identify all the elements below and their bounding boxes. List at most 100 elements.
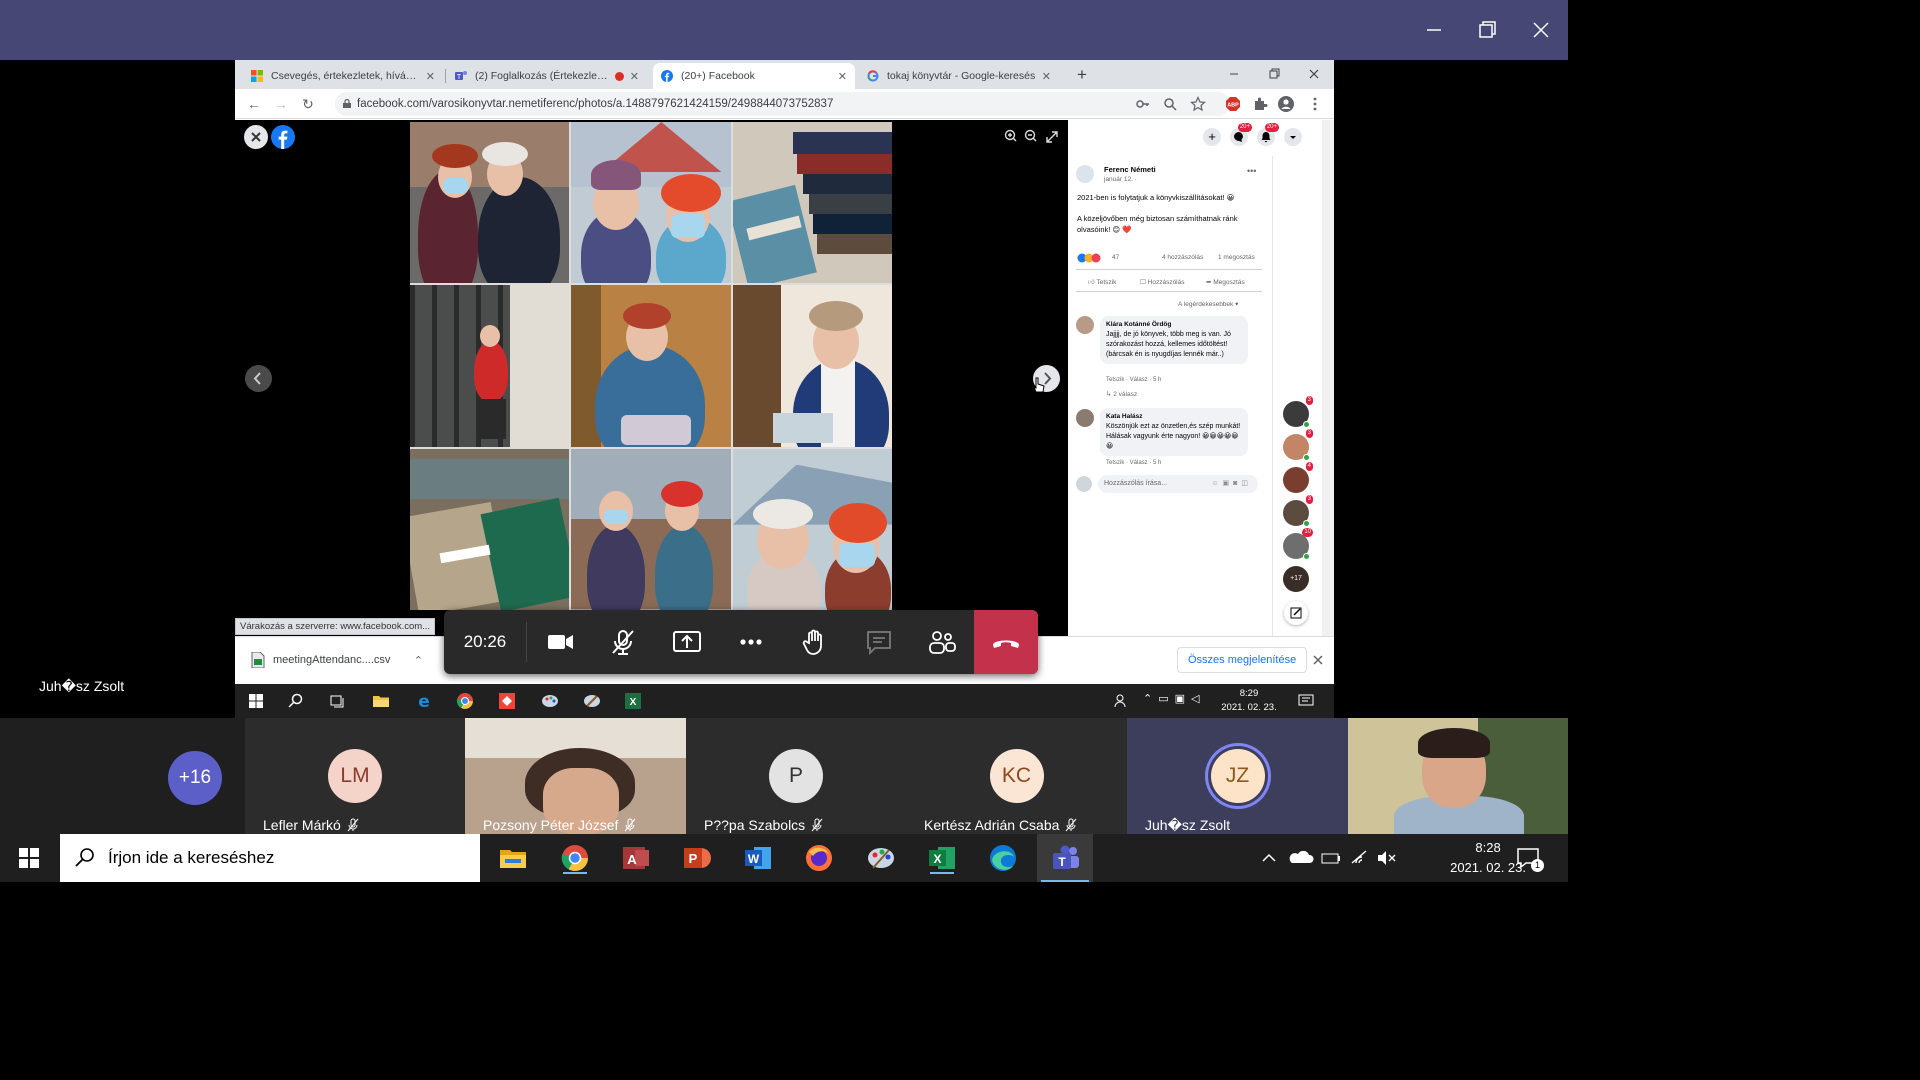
close-viewer-button[interactable] [244, 125, 268, 149]
word-button[interactable]: W [742, 842, 774, 874]
start-button[interactable] [0, 834, 58, 882]
more-participants-button[interactable]: +16 [168, 751, 222, 805]
chat-head[interactable]: 3 [1283, 429, 1313, 461]
photo-tile [571, 448, 731, 610]
edge-button[interactable] [987, 842, 1019, 874]
new-message-icon[interactable] [1284, 601, 1308, 625]
file-explorer-button[interactable] [497, 842, 529, 874]
download-item[interactable]: meetingAttendanc....csv ⌃ [241, 643, 431, 677]
forward-arrow-icon[interactable]: → [272, 95, 290, 113]
address-bar[interactable]: facebook.com/varosikonyvtar.nemetiferenc… [335, 92, 1230, 116]
online-indicator [1303, 421, 1310, 428]
page-avatar[interactable] [1076, 165, 1094, 183]
back-arrow-icon[interactable]: ← [245, 95, 263, 113]
comments-count[interactable]: 4 hozzászólás [1162, 254, 1203, 261]
more-contacts[interactable]: +17 [1283, 566, 1309, 592]
tab-facebook[interactable]: (20+) Facebook ✕ [653, 63, 855, 89]
mic-toggle-button[interactable] [607, 626, 639, 658]
post-options-icon[interactable]: ••• [1247, 166, 1256, 176]
browser-minimize-button[interactable] [1225, 65, 1243, 83]
profile-avatar-icon[interactable] [1278, 96, 1294, 112]
adblock-icon[interactable]: ABP [1225, 96, 1241, 112]
zoom-icon[interactable] [1162, 96, 1178, 112]
participant-tile[interactable]: JZ Juh�sz Zsolt [1127, 718, 1348, 834]
reactions-count[interactable]: 47 [1112, 254, 1119, 261]
account-menu-icon[interactable] [1284, 128, 1302, 146]
tab-close-icon[interactable]: ✕ [832, 70, 847, 83]
comment-button[interactable]: ☐ Hozzászólás [1140, 278, 1185, 286]
participant-name-label: Kertész Adrián Csaba [924, 817, 1060, 833]
close-shelf-icon[interactable] [1311, 653, 1325, 667]
share-screen-button[interactable] [671, 626, 703, 658]
firefox-button[interactable] [803, 842, 835, 874]
restore-button[interactable] [1471, 14, 1503, 46]
comment-actions[interactable]: Tetszik · Válasz · 5 h [1106, 460, 1161, 466]
commenter-avatar[interactable] [1076, 409, 1094, 427]
paint-button[interactable] [865, 842, 897, 874]
more-actions-button[interactable] [735, 626, 767, 658]
tab-close-icon[interactable]: ✕ [624, 70, 639, 83]
comment-author[interactable]: Klára Kotánné Ördög [1106, 320, 1242, 330]
raise-hand-button[interactable] [799, 626, 831, 658]
participant-tile[interactable]: Pozsony Péter József [465, 718, 686, 834]
tab-google-search[interactable]: tokaj könyvtár - Google-keresés ✕ [859, 63, 1059, 89]
comment-author[interactable]: Kata Halász [1106, 412, 1242, 422]
tab-close-icon[interactable]: ✕ [1036, 70, 1051, 83]
chat-head[interactable]: 3 [1283, 495, 1313, 527]
extensions-puzzle-icon[interactable] [1252, 96, 1268, 112]
previous-photo-button[interactable] [245, 365, 272, 392]
notification-center-button[interactable]: 1 [1516, 846, 1544, 872]
key-icon[interactable] [1135, 96, 1151, 112]
composer-tools-icon[interactable]: ☺▣◙◫ [1211, 475, 1252, 493]
taskbar-search-box[interactable]: Írjon ide a kereséshez [60, 834, 480, 882]
show-all-downloads-button[interactable]: Összes megjelenítése [1177, 647, 1308, 673]
new-tab-button[interactable]: + [1073, 66, 1091, 84]
participant-tile[interactable]: LM Lefler Márkó [245, 718, 465, 834]
create-button[interactable]: + [1203, 128, 1221, 146]
taskbar-clock[interactable]: 8:28 2021. 02. 23. [1450, 838, 1526, 878]
facebook-logo-icon[interactable] [271, 125, 295, 149]
share-button[interactable]: ➦ Megosztás [1206, 278, 1245, 286]
shares-count[interactable]: 1 megosztás [1218, 254, 1255, 261]
tab-teams-chat[interactable]: Csevegés, értekezletek, hívás, e ✕ [243, 63, 443, 89]
teams-button[interactable]: T [1037, 834, 1093, 882]
view-replies-link[interactable]: ↳ 2 válasz [1106, 390, 1137, 398]
user-avatar [1076, 476, 1092, 492]
chat-head[interactable]: 4 [1283, 462, 1313, 493]
messenger-icon[interactable]: 20+ [1230, 123, 1252, 146]
hang-up-button[interactable] [974, 610, 1038, 674]
tab-close-icon[interactable]: ✕ [420, 70, 435, 83]
chat-button[interactable] [863, 626, 895, 658]
commenter-avatar[interactable] [1076, 316, 1094, 334]
chevron-up-icon[interactable]: ⌃ [414, 654, 423, 667]
comment-composer[interactable]: Hozzászólás írása... ☺▣◙◫ [1098, 475, 1258, 493]
participant-tile[interactable]: P P??pa Szabolcs [686, 718, 906, 834]
access-button[interactable]: A [620, 842, 652, 874]
bookmark-star-icon[interactable] [1190, 96, 1206, 112]
participant-tile[interactable]: KC Kertész Adrián Csaba [906, 718, 1127, 834]
browser-close-button[interactable] [1305, 65, 1323, 83]
close-button[interactable] [1525, 14, 1557, 46]
post-author[interactable]: Ferenc Németi [1104, 165, 1156, 174]
like-button[interactable]: 👍︎ Tetszik [1088, 278, 1116, 286]
comment-actions[interactable]: Tetszik · Válasz · 5 h [1106, 377, 1161, 383]
participants-button[interactable] [926, 626, 958, 658]
comment-sort-dropdown[interactable]: A legérdekesebbek ▾ [1178, 300, 1238, 308]
scrollbar[interactable] [1322, 120, 1334, 636]
self-video-tile[interactable] [1348, 718, 1568, 834]
task-view-icon [330, 695, 344, 708]
chat-head[interactable]: 10 [1283, 528, 1313, 560]
excel-button[interactable]: X [926, 842, 958, 874]
minimize-button[interactable] [1418, 14, 1450, 46]
chrome-button[interactable] [559, 842, 591, 874]
share-label: Megosztás [1213, 279, 1245, 286]
tab-teams-meeting[interactable]: T (2) Foglalkozás (Értekezlet) | ✕ [447, 63, 647, 89]
browser-menu-icon[interactable] [1307, 96, 1323, 112]
browser-restore-button[interactable] [1265, 65, 1283, 83]
powerpoint-button[interactable]: P [681, 842, 713, 874]
chat-head[interactable]: 3 [1283, 396, 1313, 428]
notifications-bell-icon[interactable]: 20+ [1257, 123, 1279, 146]
camera-toggle-button[interactable] [544, 626, 576, 658]
reload-icon[interactable]: ↻ [299, 95, 317, 113]
reactions-icon[interactable] [1077, 253, 1105, 263]
